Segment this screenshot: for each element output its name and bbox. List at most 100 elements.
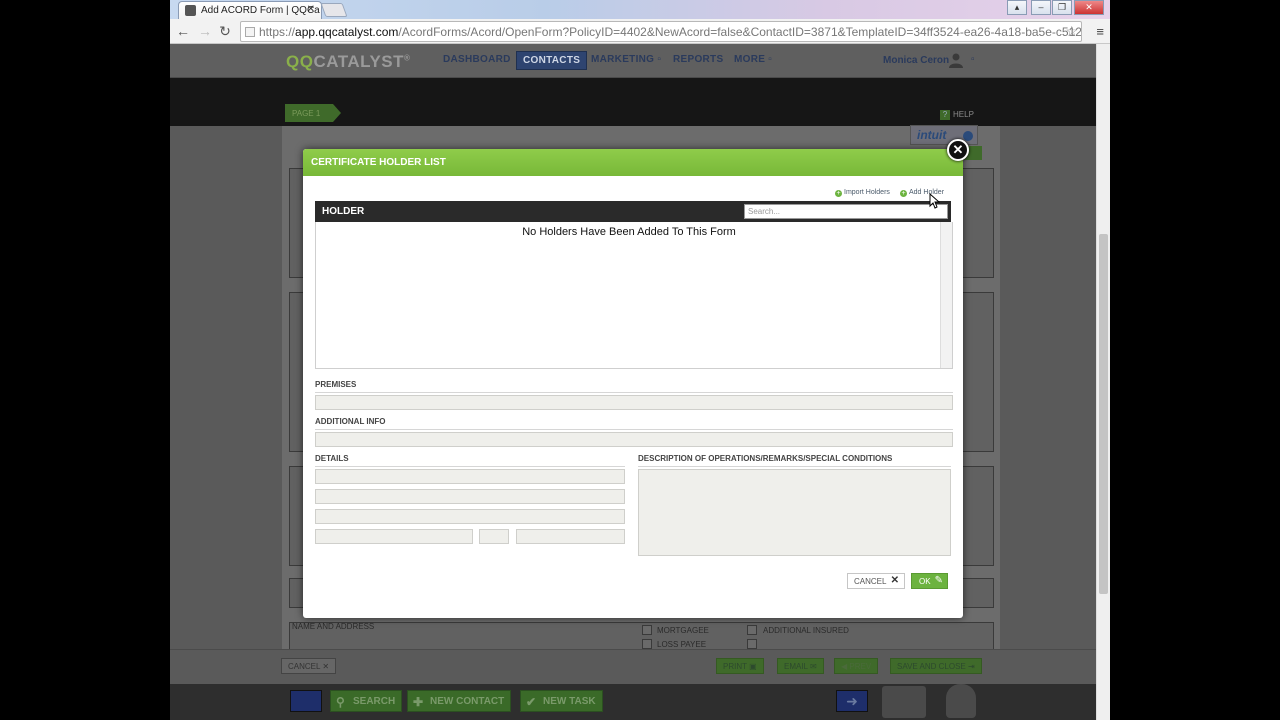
folder-icon[interactable]: [882, 686, 926, 718]
additional-insured-checkbox[interactable]: [747, 625, 757, 635]
url-prefix: https://: [259, 25, 296, 39]
logo-catalyst: CATALYST: [313, 52, 405, 71]
empty-holders-message: No Holders Have Been Added To This Form: [522, 226, 736, 238]
tab-title: Add ACORD Form | QQCa: [201, 5, 320, 16]
dialog-close-icon[interactable]: ✕: [947, 139, 969, 161]
browser-menu-icon[interactable]: ≡: [1096, 24, 1104, 39]
qqcatalyst-logo[interactable]: QQCATALYST®: [286, 52, 410, 72]
minimize-icon[interactable]: –: [1031, 0, 1051, 15]
logo-qq: QQ: [286, 52, 314, 71]
nav-contacts[interactable]: CONTACTS: [516, 51, 588, 70]
divider: [315, 466, 625, 467]
ok-label: OK: [919, 577, 931, 586]
user-profile-icon[interactable]: ▴: [1007, 0, 1027, 15]
nav-more-label: MORE: [734, 54, 766, 65]
email-button[interactable]: EMAIL ✉: [777, 658, 824, 674]
dock-new-contact-label: NEW CONTACT: [430, 696, 505, 707]
additional-info-label: ADDITIONAL INFO: [315, 417, 386, 426]
blank-checkbox[interactable]: [747, 639, 757, 649]
loss-payee-checkbox[interactable]: [642, 639, 652, 649]
holder-list-scrollbar[interactable]: [940, 222, 952, 368]
printer-icon: ▣: [749, 662, 757, 671]
dialog-ok-button[interactable]: OK ✎: [911, 573, 948, 589]
premises-field[interactable]: [315, 395, 953, 410]
divider: [315, 392, 953, 393]
nav-more[interactable]: MORE ▫: [734, 54, 772, 65]
address-bar[interactable]: https://app.qqcatalyst.com/AcordForms/Ac…: [240, 21, 1082, 42]
prev-button[interactable]: ◀ PREV: [834, 658, 879, 674]
exit-arrow-icon: ⇥: [968, 662, 975, 671]
browser-toolbar: ← → ↻ https://app.qqcatalyst.com/AcordFo…: [170, 19, 1110, 44]
user-avatar-icon[interactable]: [948, 52, 964, 68]
bottom-dock: ⚲ SEARCH ✚ NEW CONTACT ✔ NEW TASK ➜: [170, 684, 1096, 720]
dock-search-button[interactable]: ⚲ SEARCH: [330, 690, 403, 712]
reload-icon[interactable]: ↻: [216, 23, 234, 39]
holder-list-header: HOLDER Search...: [315, 201, 951, 222]
arrow-right-icon[interactable]: ➜: [836, 690, 868, 712]
mortgagee-checkbox[interactable]: [642, 625, 652, 635]
video-icon[interactable]: [290, 690, 322, 712]
browser-tab[interactable]: Add ACORD Form | QQCa ✕: [178, 1, 322, 19]
window-close-icon[interactable]: ✕: [1074, 0, 1104, 15]
email-label: EMAIL: [784, 662, 808, 671]
details-field-3[interactable]: [315, 509, 625, 524]
description-label: DESCRIPTION OF OPERATIONS/REMARKS/SPECIA…: [638, 454, 893, 463]
form-cancel-button[interactable]: CANCEL ✕: [281, 658, 337, 674]
name-and-address-label: NAME AND ADDRESS: [292, 622, 375, 631]
additional-info-field[interactable]: [315, 432, 953, 447]
cancel-label: CANCEL: [854, 577, 887, 586]
city-field[interactable]: [315, 529, 473, 544]
zip-field[interactable]: [516, 529, 625, 544]
additional-insured-label: ADDITIONAL INSURED: [763, 626, 849, 635]
holder-column-title: HOLDER: [322, 206, 365, 217]
dialog-header: CERTIFICATE HOLDER LIST: [303, 149, 963, 176]
forward-arrow-icon[interactable]: →: [196, 23, 214, 39]
dropdown-icon: ▫: [768, 54, 773, 65]
state-field[interactable]: [479, 529, 509, 544]
loss-payee-label: LOSS PAYEE: [657, 640, 707, 649]
tab-close-icon[interactable]: ✕: [307, 4, 315, 15]
import-holders-link[interactable]: + Import Holders: [835, 189, 890, 197]
divider: [638, 466, 951, 467]
bell-icon[interactable]: [946, 684, 976, 718]
premises-label: PREMISES: [315, 380, 357, 389]
intuit-badge[interactable]: intuit: [910, 125, 978, 145]
print-button[interactable]: PRINT ▣: [716, 658, 764, 674]
divider: [315, 429, 953, 430]
page-1-tab[interactable]: PAGE 1: [285, 104, 341, 122]
url-domain: app.qqcatalyst.com: [295, 25, 399, 39]
save-and-close-button[interactable]: SAVE AND CLOSE ⇥: [890, 658, 982, 674]
scrollbar-thumb[interactable]: [1099, 234, 1108, 594]
details-field-1[interactable]: [315, 469, 625, 484]
holder-search-input[interactable]: Search...: [744, 204, 948, 219]
envelope-icon: ✉: [809, 662, 817, 671]
dock-new-contact-button[interactable]: ✚ NEW CONTACT: [407, 690, 512, 712]
mouse-pointer-icon: [929, 193, 940, 209]
form-action-bar: CANCEL ✕ PRINT ▣ EMAIL ✉ ◀ PREV SAVE AND…: [170, 649, 1096, 684]
help-link[interactable]: ? HELP: [940, 110, 974, 120]
tab-strip: Add ACORD Form | QQCa ✕ ▴ – ❐ ✕: [170, 0, 1110, 19]
user-dropdown-icon[interactable]: ▫: [971, 54, 975, 65]
nav-reports[interactable]: REPORTS: [673, 54, 723, 65]
page-scrollbar[interactable]: [1096, 44, 1110, 720]
save-and-close-label: SAVE AND CLOSE: [897, 662, 966, 671]
restore-icon[interactable]: ❐: [1052, 0, 1072, 15]
intuit-logo: intuit: [917, 128, 947, 142]
dialog-cancel-button[interactable]: CANCEL ✕: [847, 573, 905, 589]
pencil-icon: ✎: [934, 575, 943, 586]
favicon-icon: [185, 5, 196, 16]
dock-search-label: SEARCH: [353, 696, 396, 707]
dock-new-task-label: NEW TASK: [543, 696, 596, 707]
screen: Add ACORD Form | QQCa ✕ ▴ – ❐ ✕ ← → ↻ ht…: [0, 0, 1280, 720]
details-field-2[interactable]: [315, 489, 625, 504]
back-arrow-icon[interactable]: ←: [174, 23, 192, 39]
new-tab-button[interactable]: [320, 3, 348, 17]
description-textarea[interactable]: [638, 469, 951, 556]
bookmark-star-icon[interactable]: ☆: [1065, 23, 1078, 40]
nav-marketing[interactable]: MARKETING ▫: [591, 54, 661, 65]
user-name[interactable]: Monica Ceron: [883, 55, 949, 66]
form-cancel-label: CANCEL: [288, 662, 321, 671]
dock-new-task-button[interactable]: ✔ NEW TASK: [520, 690, 603, 712]
nav-dashboard[interactable]: DASHBOARD: [443, 54, 511, 65]
help-label: HELP: [953, 110, 974, 119]
